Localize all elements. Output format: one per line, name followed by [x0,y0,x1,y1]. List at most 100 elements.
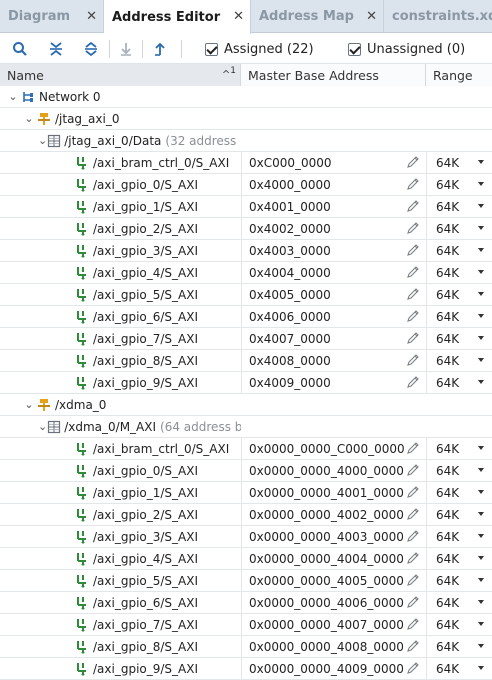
edit-pencil-icon[interactable] [406,507,420,521]
table-row[interactable]: /axi_gpio_6/S_AXI 0x4006_0000 64K [0,306,492,328]
range-select[interactable]: 64K [426,658,492,679]
range-select[interactable]: 64K [426,548,492,569]
dropdown-arrow-icon[interactable] [478,226,484,230]
base-address-cell[interactable]: 0x4005_0000 [241,284,426,305]
table-row[interactable]: /axi_gpio_5/S_AXI 0x4005_0000 64K [0,284,492,306]
assign-icon[interactable] [149,38,171,60]
edit-pencil-icon[interactable] [406,639,420,653]
range-select[interactable]: 64K [426,262,492,283]
table-row[interactable]: /axi_gpio_0/S_AXI 0x4000_0000 64K [0,174,492,196]
base-address-cell[interactable]: 0x4003_0000 [241,240,426,261]
base-address-cell[interactable]: 0x0000_0000_4002_0000 [241,504,426,525]
dropdown-arrow-icon[interactable] [478,512,484,516]
close-icon[interactable]: ✕ [86,9,97,24]
edit-pencil-icon[interactable] [406,661,420,675]
close-icon[interactable]: ✕ [366,9,377,24]
range-select[interactable]: 64K [426,372,492,393]
edit-pencil-icon[interactable] [406,331,420,345]
edit-pencil-icon[interactable] [406,617,420,631]
chevron-down-icon[interactable]: ⌄ [22,112,36,125]
dropdown-arrow-icon[interactable] [478,314,484,318]
edit-pencil-icon[interactable] [406,309,420,323]
edit-pencil-icon[interactable] [406,595,420,609]
range-select[interactable]: 64K [426,240,492,261]
table-row[interactable]: /axi_gpio_1/S_AXI 0x4001_0000 64K [0,196,492,218]
base-address-cell[interactable]: 0x0000_0000_4006_0000 [241,592,426,613]
edit-pencil-icon[interactable] [406,529,420,543]
range-select[interactable]: 64K [426,306,492,327]
edit-pencil-icon[interactable] [406,287,420,301]
base-address-cell[interactable]: 0x4006_0000 [241,306,426,327]
table-row[interactable]: /axi_gpio_3/S_AXI 0x4003_0000 64K [0,240,492,262]
edit-pencil-icon[interactable] [406,573,420,587]
table-row[interactable]: /axi_gpio_1/S_AXI 0x0000_0000_4001_0000 64… [0,482,492,504]
base-address-cell[interactable]: 0x4000_0000 [241,174,426,195]
tab-diagram[interactable]: Diagram ✕ [0,0,104,33]
close-icon[interactable]: ✕ [233,9,244,24]
dropdown-arrow-icon[interactable] [478,622,484,626]
base-address-cell[interactable]: 0x4004_0000 [241,262,426,283]
edit-pencil-icon[interactable] [406,155,420,169]
dropdown-arrow-icon[interactable] [478,248,484,252]
base-address-cell[interactable]: 0x4008_0000 [241,350,426,371]
range-select[interactable]: 64K [426,482,492,503]
dropdown-arrow-icon[interactable] [478,666,484,670]
unassigned-filter-checkbox[interactable]: Unassigned (0) [348,39,465,59]
dropdown-arrow-icon[interactable] [478,534,484,538]
search-icon[interactable] [9,38,31,60]
base-address-cell[interactable]: 0xC000_0000 [241,152,426,173]
collapse-all-icon[interactable] [45,38,67,60]
table-row[interactable]: /axi_gpio_9/S_AXI 0x0000_0000_4009_0000 64… [0,658,492,680]
table-row[interactable]: /axi_gpio_2/S_AXI 0x4002_0000 64K [0,218,492,240]
tree-row-network[interactable]: ⌄ Network 0 [0,86,492,108]
range-select[interactable]: 64K [426,526,492,547]
base-address-cell[interactable]: 0x0000_0000_C000_0000 [241,438,426,459]
edit-pencil-icon[interactable] [406,485,420,499]
dropdown-arrow-icon[interactable] [478,578,484,582]
table-row[interactable]: /axi_gpio_4/S_AXI 0x0000_0000_4004_0000 64… [0,548,492,570]
dropdown-arrow-icon[interactable] [478,358,484,362]
edit-pencil-icon[interactable] [406,375,420,389]
edit-pencil-icon[interactable] [406,551,420,565]
dropdown-arrow-icon[interactable] [478,600,484,604]
edit-pencil-icon[interactable] [406,353,420,367]
table-row[interactable]: /axi_gpio_2/S_AXI 0x0000_0000_4002_0000 64… [0,504,492,526]
range-select[interactable]: 64K [426,504,492,525]
expand-all-icon[interactable] [80,38,102,60]
base-address-cell[interactable]: 0x4007_0000 [241,328,426,349]
edit-pencil-icon[interactable] [406,177,420,191]
table-row[interactable]: /axi_bram_ctrl_0/S_AXI 0xC000_0000 64K [0,152,492,174]
chevron-down-icon[interactable]: ⌄ [6,90,20,103]
base-address-cell[interactable]: 0x0000_0000_4003_0000 [241,526,426,547]
base-address-cell[interactable]: 0x0000_0000_4000_0000 [241,460,426,481]
tab-address-map[interactable]: Address Map ✕ [251,0,384,33]
table-row[interactable]: /axi_gpio_4/S_AXI 0x4004_0000 64K [0,262,492,284]
base-address-cell[interactable]: 0x0000_0000_4009_0000 [241,658,426,679]
range-select[interactable]: 64K [426,592,492,613]
checkbox-checked-icon[interactable] [205,42,218,56]
checkbox-checked-icon[interactable] [348,42,361,56]
range-select[interactable]: 64K [426,350,492,371]
range-select[interactable]: 64K [426,614,492,635]
table-row[interactable]: /axi_gpio_9/S_AXI 0x4009_0000 64K [0,372,492,394]
tab-constraints[interactable]: constraints.xd [384,0,492,33]
base-address-cell[interactable]: 0x0000_0000_4008_0000 [241,636,426,657]
range-select[interactable]: 64K [426,284,492,305]
table-row[interactable]: /axi_gpio_7/S_AXI 0x4007_0000 64K [0,328,492,350]
dropdown-arrow-icon[interactable] [478,380,484,384]
base-address-cell[interactable]: 0x4001_0000 [241,196,426,217]
edit-pencil-icon[interactable] [406,441,420,455]
chevron-down-icon[interactable]: ⌄ [22,398,36,411]
tree-row-master[interactable]: ⌄ /xdma_0 [0,394,492,416]
base-address-cell[interactable]: 0x0000_0000_4007_0000 [241,614,426,635]
edit-pencil-icon[interactable] [406,243,420,257]
column-header-address[interactable]: Master Base Address [241,64,426,86]
tree-row-address-space[interactable]: ⌄ /jtag_axi_0/Data(32 address bits : 4G) [0,130,492,152]
base-address-cell[interactable]: 0x0000_0000_4005_0000 [241,570,426,591]
column-header-name[interactable]: Name ^1 [0,64,241,86]
tab-address-editor[interactable]: Address Editor ✕ [104,0,251,34]
table-row[interactable]: /axi_gpio_0/S_AXI 0x0000_0000_4000_0000 64… [0,460,492,482]
assigned-filter-checkbox[interactable]: Assigned (22) [205,39,314,59]
dropdown-arrow-icon[interactable] [478,336,484,340]
range-select[interactable]: 64K [426,460,492,481]
